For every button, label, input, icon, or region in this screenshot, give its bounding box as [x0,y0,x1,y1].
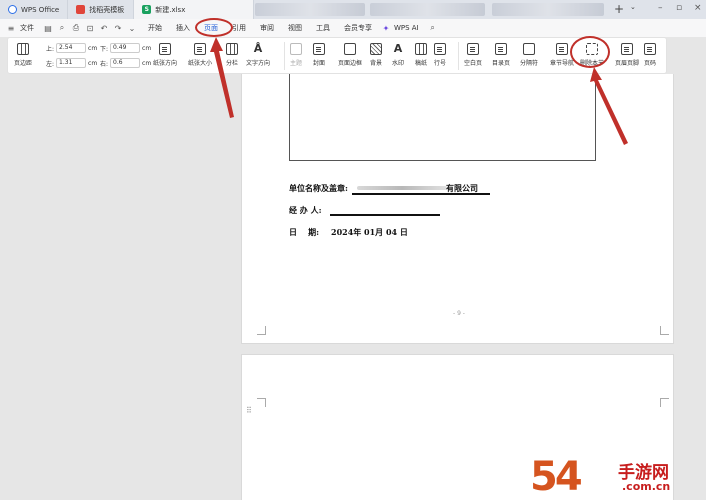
watermark-domain: .com.cn [622,480,671,493]
annotation-arrows [210,37,628,145]
watermark-number: 54 [530,454,583,500]
site-watermark-logo: 54 手游网 .com.cn [530,450,706,500]
